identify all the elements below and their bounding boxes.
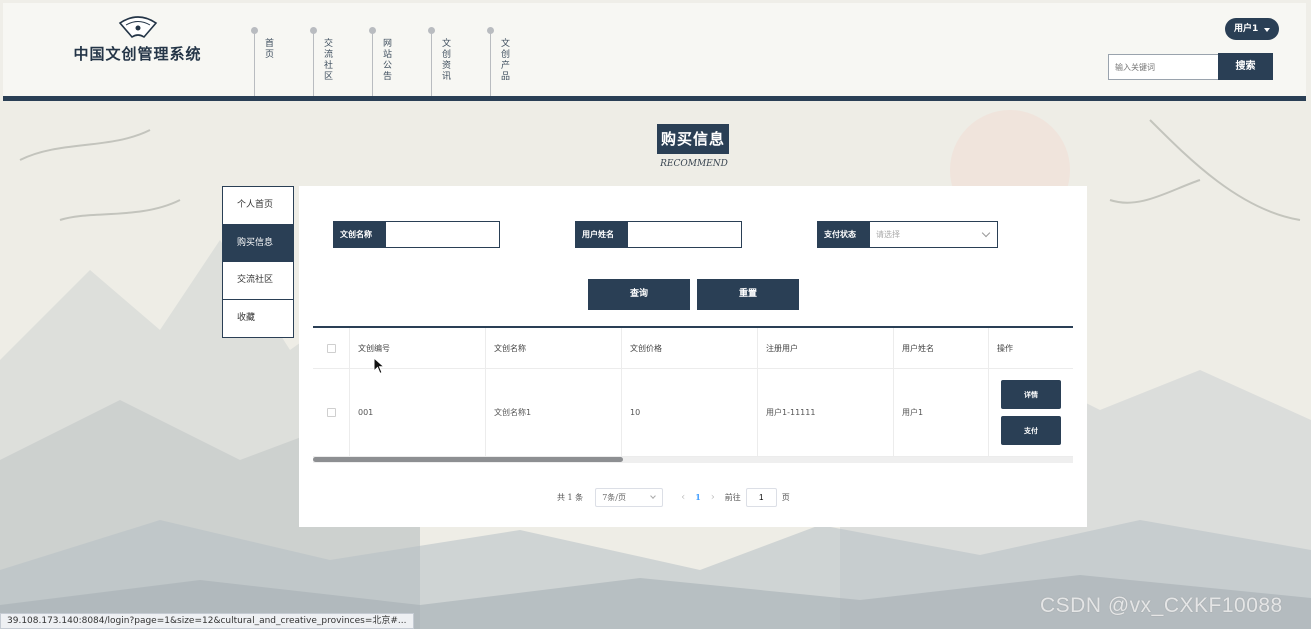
search-button[interactable]: 搜索 (1218, 53, 1273, 80)
page-size-select[interactable]: 7条/页 (595, 487, 664, 507)
nav-item-community[interactable]: 交流社区 (308, 25, 367, 99)
cell-name: 文创名称1 (486, 369, 622, 456)
goto-page-input[interactable] (745, 487, 777, 507)
detail-button[interactable]: 详情 (1001, 380, 1061, 409)
nav-stick (254, 31, 255, 99)
nav-label: 交流社区 (324, 39, 334, 82)
table-row: 001 文创名称1 10 用户1-11111 用户1 详情 支付 (313, 369, 1073, 457)
total-count: 共 1 条 (557, 492, 584, 502)
reset-button[interactable]: 重置 (697, 279, 799, 310)
main-nav: 首页 交流社区 网站公告 文创资讯 文创产品 (249, 25, 544, 99)
page-subtitle: RECOMMEND (660, 159, 728, 169)
user-menu-button[interactable]: 用户1 (1225, 18, 1279, 40)
filter-name-label: 文创名称 (334, 222, 386, 247)
column-header: 文创编号 (350, 328, 486, 368)
row-checkbox-cell (313, 369, 350, 456)
nav-stick (490, 31, 491, 99)
goto-label: 前往 (724, 492, 741, 502)
select-all-checkbox[interactable] (326, 343, 336, 353)
nav-stick (431, 31, 432, 99)
nav-item-announcements[interactable]: 网站公告 (367, 25, 426, 99)
filter-user: 用户姓名 (575, 221, 742, 248)
caret-down-icon (1264, 28, 1270, 32)
nav-label: 文创资讯 (442, 39, 452, 82)
filter-user-label: 用户姓名 (576, 222, 628, 247)
column-header: 文创名称 (486, 328, 622, 368)
content-panel: 文创名称 用户姓名 支付状态 请选择 查询 重置 文创编号 文创名称 文创价格 … (299, 186, 1087, 527)
cell-user: 用户1 (894, 369, 989, 456)
nav-dot (369, 27, 376, 34)
header-checkbox-cell (313, 328, 350, 368)
nav-dot (487, 27, 494, 34)
cell-price: 10 (622, 369, 758, 456)
filter-status-label: 支付状态 (818, 222, 870, 247)
status-select[interactable]: 请选择 (870, 222, 997, 247)
system-title: 中国文创管理系统 (73, 45, 202, 63)
table-horizontal-scrollbar[interactable] (313, 457, 1073, 463)
logo[interactable]: 中国文创管理系统 (65, 15, 210, 64)
page-title: 购买信息 (657, 124, 729, 154)
pagination: 共 1 条 7条/页 ‹ 1 › 前往 页 (557, 487, 790, 507)
column-header: 注册用户 (758, 328, 894, 368)
nav-stick (313, 31, 314, 99)
cell-actions: 详情 支付 (989, 369, 1073, 456)
search-input[interactable] (1108, 54, 1219, 80)
table-header-row: 文创编号 文创名称 文创价格 注册用户 用户姓名 操作 (313, 328, 1073, 369)
user-name: 用户1 (1234, 24, 1259, 34)
chevron-down-icon (650, 492, 657, 499)
next-page-icon[interactable]: › (711, 492, 715, 503)
nav-item-home[interactable]: 首页 (249, 25, 308, 99)
side-item-favorites[interactable]: 收藏 (223, 300, 293, 338)
cell-account: 用户1-11111 (758, 369, 894, 456)
chevron-down-icon (981, 228, 991, 238)
mouse-cursor-icon (373, 357, 385, 375)
nav-label: 网站公告 (383, 39, 393, 82)
cell-code: 001 (350, 369, 486, 456)
nav-item-products[interactable]: 文创产品 (485, 25, 544, 99)
user-name-input[interactable] (628, 222, 741, 247)
nav-dot (251, 27, 258, 34)
status-bar-url: 39.108.173.140:8084/login?page=1&size=12… (0, 613, 414, 629)
top-header: 中国文创管理系统 首页 交流社区 网站公告 文创资讯 文创产品 用户1 (3, 3, 1306, 99)
column-header: 操作 (997, 343, 1013, 353)
query-button[interactable]: 查询 (588, 279, 690, 310)
page-unit: 页 (781, 492, 790, 502)
watermark: CSDN @vx_CXKF10088 (1040, 594, 1283, 617)
side-menu: 个人首页 购买信息 交流社区 收藏 (222, 186, 294, 338)
prev-page-icon[interactable]: ‹ (681, 492, 685, 503)
filter-status: 支付状态 请选择 (817, 221, 998, 248)
nav-dot (310, 27, 317, 34)
pay-button[interactable]: 支付 (1001, 416, 1061, 445)
purchase-table: 文创编号 文创名称 文创价格 注册用户 用户姓名 操作 001 文创名称1 10… (313, 326, 1073, 457)
page-size-value: 7条/页 (602, 492, 626, 502)
side-item-profile[interactable]: 个人首页 (223, 187, 293, 225)
nav-label: 文创产品 (501, 39, 511, 82)
side-item-purchases[interactable]: 购买信息 (223, 224, 293, 262)
status-placeholder: 请选择 (876, 230, 900, 239)
filter-name: 文创名称 (333, 221, 500, 248)
nav-label: 首页 (265, 39, 275, 60)
row-checkbox[interactable] (326, 408, 336, 417)
scrollbar-thumb[interactable] (313, 457, 623, 462)
side-item-community[interactable]: 交流社区 (223, 262, 293, 300)
current-page[interactable]: 1 (695, 492, 701, 502)
fan-logo-icon (118, 16, 157, 39)
nav-item-news[interactable]: 文创资讯 (426, 25, 485, 99)
nav-dot (428, 27, 435, 34)
header-divider (3, 96, 1306, 101)
column-header: 用户姓名 (894, 328, 989, 368)
name-input[interactable] (386, 222, 499, 247)
nav-stick (372, 31, 373, 99)
column-header: 文创价格 (622, 328, 758, 368)
